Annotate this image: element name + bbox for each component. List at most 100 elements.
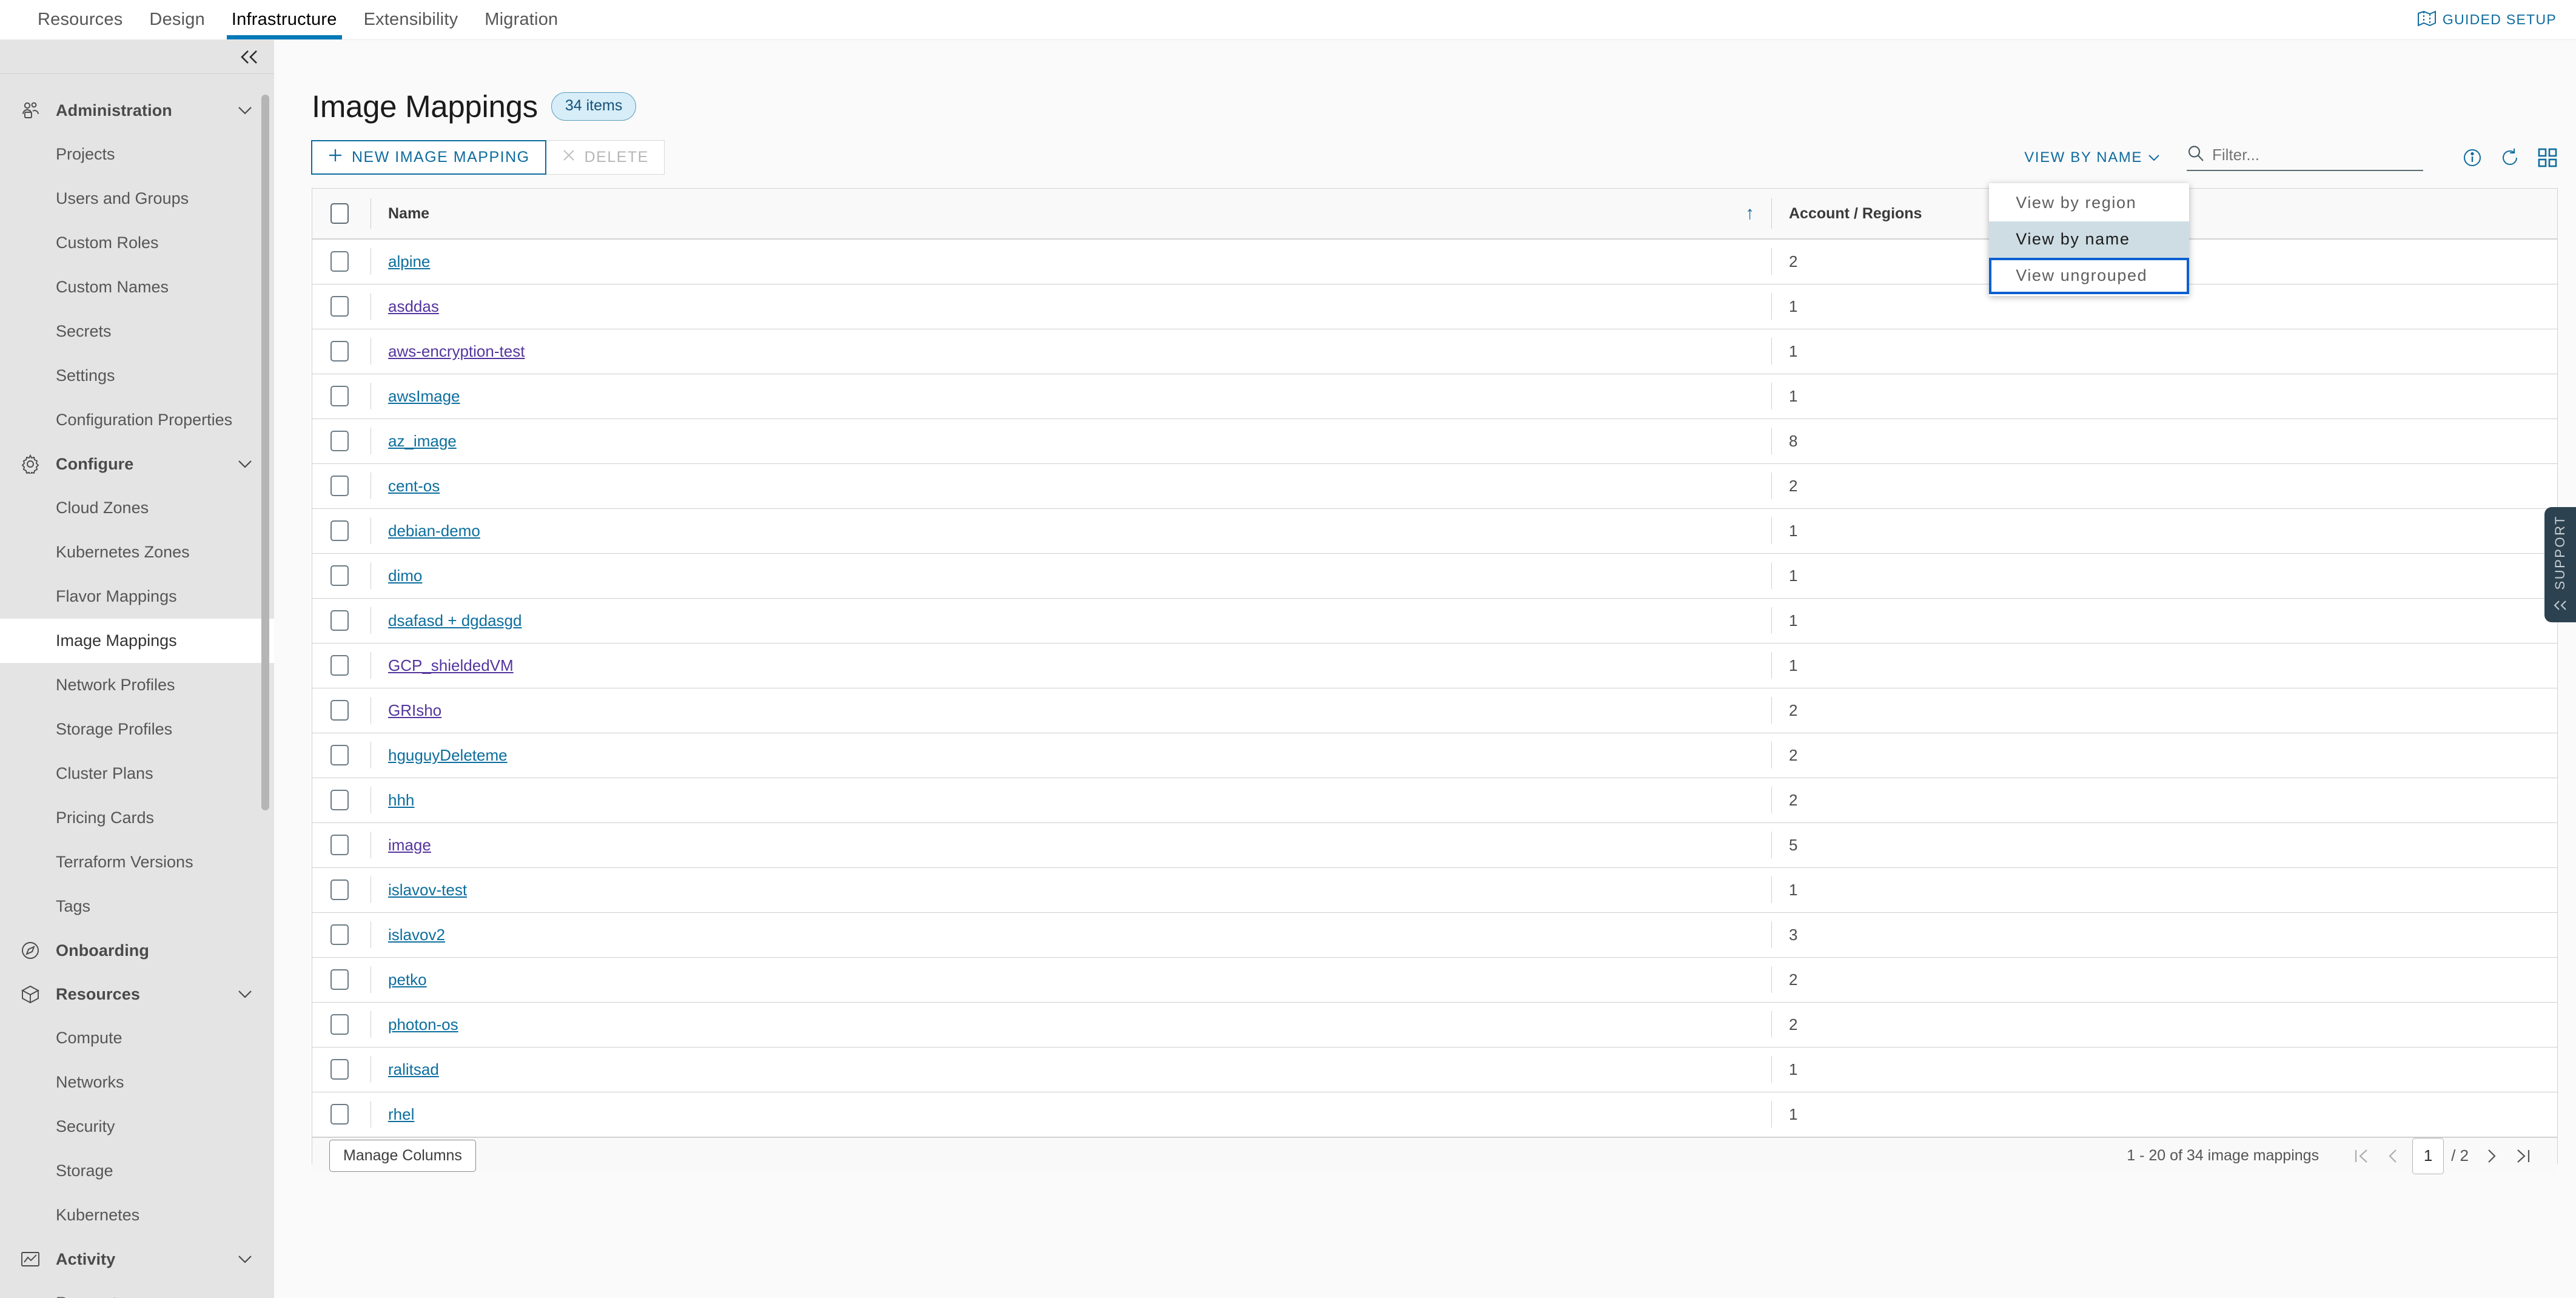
grid-view-icon[interactable]: [2537, 147, 2558, 168]
image-mapping-link[interactable]: ralitsad: [388, 1060, 439, 1079]
manage-columns-button[interactable]: Manage Columns: [329, 1140, 476, 1172]
top-nav-item-resources[interactable]: Resources: [24, 0, 136, 39]
row-checkbox[interactable]: [330, 565, 349, 586]
refresh-icon[interactable]: [2500, 147, 2520, 168]
sidebar-item-tags[interactable]: Tags: [0, 884, 274, 929]
page-last-icon[interactable]: [2507, 1140, 2539, 1172]
sidebar-item-projects[interactable]: Projects: [0, 132, 274, 177]
row-checkbox[interactable]: [330, 341, 349, 361]
image-mapping-link[interactable]: image: [388, 836, 431, 855]
row-checkbox[interactable]: [330, 700, 349, 721]
table-row[interactable]: debian-demo 1: [312, 508, 2557, 554]
table-row[interactable]: ralitsad 1: [312, 1047, 2557, 1092]
image-mapping-link[interactable]: hguguyDeleteme: [388, 746, 508, 765]
image-mapping-link[interactable]: islavov2: [388, 926, 445, 944]
image-mapping-link[interactable]: photon-os: [388, 1015, 458, 1034]
sidebar-group-onboarding[interactable]: Onboarding: [0, 929, 274, 972]
sidebar-group-configure[interactable]: Configure: [0, 442, 274, 486]
row-checkbox[interactable]: [330, 520, 349, 541]
image-mapping-link[interactable]: cent-os: [388, 477, 440, 496]
page-first-icon[interactable]: [2346, 1140, 2377, 1172]
sidebar-item-users-and-groups[interactable]: Users and Groups: [0, 177, 274, 221]
sidebar-item-configuration-properties[interactable]: Configuration Properties: [0, 398, 274, 442]
table-row[interactable]: islavov-test 1: [312, 867, 2557, 913]
image-mapping-link[interactable]: asddas: [388, 297, 439, 316]
image-mapping-link[interactable]: debian-demo: [388, 522, 480, 540]
row-checkbox[interactable]: [330, 924, 349, 945]
sidebar-item-kubernetes-zones[interactable]: Kubernetes Zones: [0, 530, 274, 574]
row-checkbox[interactable]: [330, 969, 349, 990]
row-checkbox[interactable]: [330, 476, 349, 496]
table-row[interactable]: hguguyDeleteme 2: [312, 733, 2557, 778]
current-page-number[interactable]: 1: [2412, 1137, 2444, 1174]
row-checkbox[interactable]: [330, 1059, 349, 1080]
sidebar-item-image-mappings[interactable]: Image Mappings: [0, 619, 274, 663]
table-row[interactable]: asddas 1: [312, 284, 2557, 329]
dropdown-option-view-ungrouped[interactable]: View ungrouped: [1989, 257, 2190, 294]
row-checkbox[interactable]: [330, 879, 349, 900]
image-mapping-link[interactable]: alpine: [388, 252, 430, 271]
top-nav-item-migration[interactable]: Migration: [471, 0, 571, 39]
sidebar-item-security[interactable]: Security: [0, 1105, 274, 1149]
row-checkbox[interactable]: [330, 610, 349, 631]
table-row[interactable]: image 5: [312, 822, 2557, 868]
column-header-name[interactable]: Name ↑: [371, 189, 1771, 240]
support-tab[interactable]: SUPPORT: [2544, 507, 2576, 622]
top-nav-item-design[interactable]: Design: [136, 0, 218, 39]
new-image-mapping-button[interactable]: NEW IMAGE MAPPING: [311, 140, 546, 175]
sidebar-item-cloud-zones[interactable]: Cloud Zones: [0, 486, 274, 530]
row-checkbox[interactable]: [330, 835, 349, 855]
image-mapping-link[interactable]: petko: [388, 970, 427, 989]
sidebar-item-compute[interactable]: Compute: [0, 1016, 274, 1060]
sidebar-group-activity[interactable]: Activity: [0, 1237, 274, 1281]
image-mapping-link[interactable]: hhh: [388, 791, 414, 810]
row-checkbox[interactable]: [330, 431, 349, 451]
image-mapping-link[interactable]: rhel: [388, 1105, 414, 1124]
sidebar-item-custom-names[interactable]: Custom Names: [0, 265, 274, 309]
image-mapping-link[interactable]: GRIsho: [388, 701, 441, 720]
sidebar-item-secrets[interactable]: Secrets: [0, 309, 274, 354]
table-row[interactable]: awsImage 1: [312, 374, 2557, 419]
sidebar-group-administration[interactable]: Administration: [0, 89, 274, 132]
table-row[interactable]: az_image 8: [312, 419, 2557, 464]
table-row[interactable]: alpine 2: [312, 239, 2557, 284]
filter-search-box[interactable]: [2187, 144, 2423, 171]
dropdown-option-view-by-region[interactable]: View by region: [1989, 184, 2190, 221]
top-nav-item-extensibility[interactable]: Extensibility: [351, 0, 472, 39]
image-mapping-link[interactable]: awsImage: [388, 387, 460, 406]
table-row[interactable]: rhel 1: [312, 1092, 2557, 1137]
sidebar-item-kubernetes[interactable]: Kubernetes: [0, 1193, 274, 1237]
row-checkbox[interactable]: [330, 1014, 349, 1035]
info-circle-icon[interactable]: [2462, 147, 2483, 168]
table-row[interactable]: photon-os 2: [312, 1002, 2557, 1047]
image-mapping-link[interactable]: az_image: [388, 432, 457, 451]
double-chevron-left-icon[interactable]: [239, 49, 260, 65]
table-row[interactable]: GCP_shieldedVM 1: [312, 643, 2557, 688]
sidebar-item-network-profiles[interactable]: Network Profiles: [0, 663, 274, 707]
table-row[interactable]: GRIsho 2: [312, 688, 2557, 733]
image-mapping-link[interactable]: islavov-test: [388, 881, 467, 900]
sidebar-item-cluster-plans[interactable]: Cluster Plans: [0, 752, 274, 796]
sidebar-item-storage-profiles[interactable]: Storage Profiles: [0, 707, 274, 752]
image-mapping-link[interactable]: dsafasd + dgdasgd: [388, 611, 522, 630]
guided-setup-button[interactable]: GUIDED SETUP: [2417, 0, 2576, 39]
row-checkbox[interactable]: [330, 790, 349, 810]
image-mapping-link[interactable]: dimo: [388, 567, 422, 585]
table-row[interactable]: dsafasd + dgdasgd 1: [312, 598, 2557, 644]
sidebar-item-requests[interactable]: Requests: [0, 1281, 274, 1298]
sidebar-item-terraform-versions[interactable]: Terraform Versions: [0, 840, 274, 884]
row-checkbox[interactable]: [330, 1104, 349, 1125]
chevron-right-icon[interactable]: [2476, 1140, 2507, 1172]
table-row[interactable]: aws-encryption-test 1: [312, 329, 2557, 374]
row-checkbox[interactable]: [330, 296, 349, 317]
table-row[interactable]: islavov2 3: [312, 912, 2557, 958]
row-checkbox[interactable]: [330, 251, 349, 272]
sidebar-item-networks[interactable]: Networks: [0, 1060, 274, 1105]
sidebar-scrollbar[interactable]: [261, 95, 269, 810]
sidebar-item-storage[interactable]: Storage: [0, 1149, 274, 1193]
table-row[interactable]: hhh 2: [312, 778, 2557, 823]
image-mapping-link[interactable]: GCP_shieldedVM: [388, 656, 514, 675]
filter-input[interactable]: [2212, 145, 2423, 164]
row-checkbox[interactable]: [330, 386, 349, 406]
sidebar-group-resources[interactable]: Resources: [0, 972, 274, 1016]
